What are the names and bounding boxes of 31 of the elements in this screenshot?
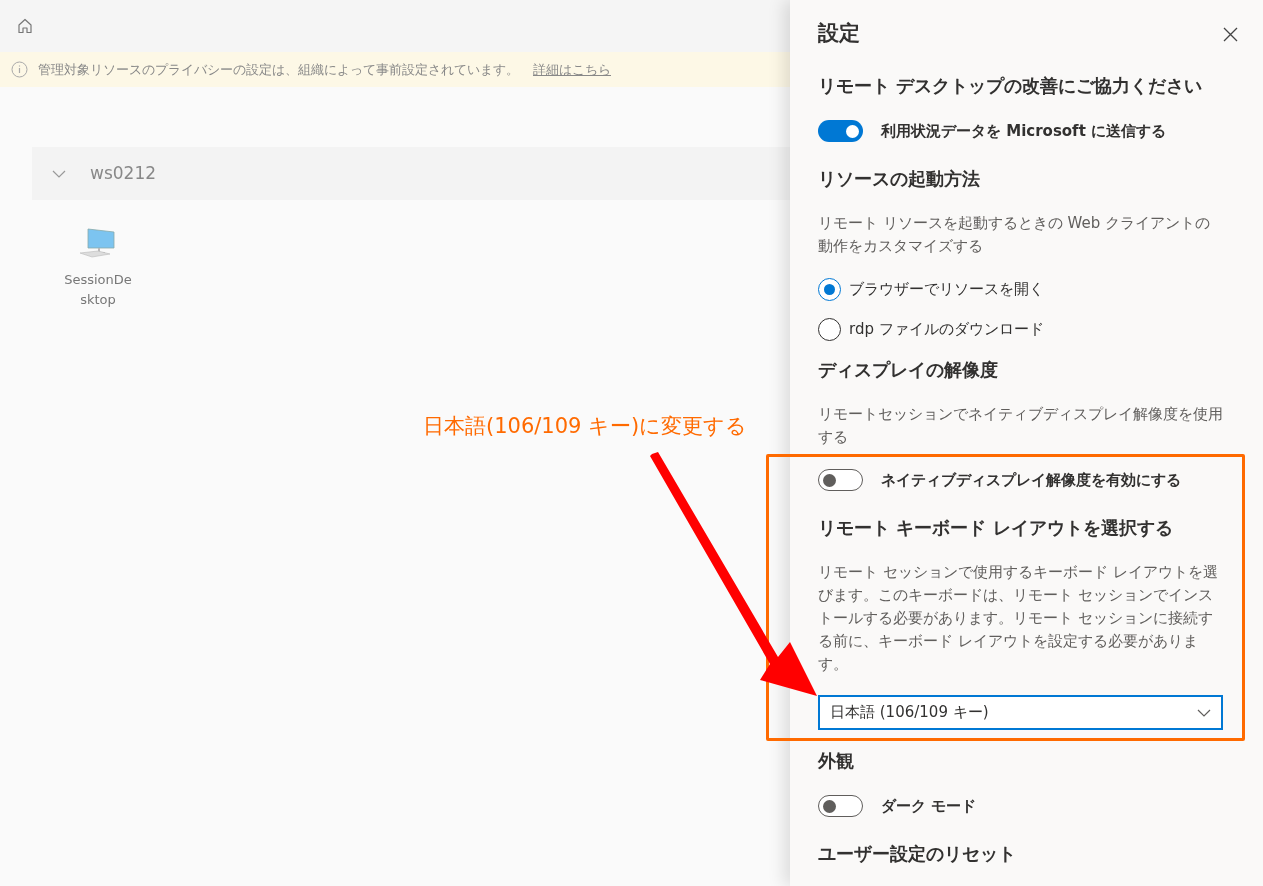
toggle-label: ネイティブディスプレイ解像度を有効にする bbox=[881, 469, 1181, 491]
section-heading: リソースの起動方法 bbox=[818, 167, 981, 191]
resource-label: SessionDesktop bbox=[63, 271, 133, 309]
section-heading: リモート デスクトップの改善にご協力ください bbox=[818, 74, 1204, 98]
section-description: リモートセッションでネイティブディスプレイ解像度を使用する bbox=[818, 404, 1223, 448]
section-description: リモート リソースを起動するときの Web クライアントの動作をカスタマイズする bbox=[818, 213, 1211, 257]
chevron-down-icon bbox=[1197, 708, 1211, 717]
info-icon bbox=[11, 61, 28, 78]
toggle-switch[interactable] bbox=[818, 795, 863, 817]
panel-title: 設定 bbox=[818, 20, 860, 48]
section-description: リモート セッションで使用するキーボード レイアウトを選びます。このキーボードは、リモート セッションでインストールする必要があります。リモート セッションに接続する前に、キーボード レイアウトを設定する必要があります。 bbox=[818, 562, 1219, 675]
banner-message: 管理対象リソースのプライバシーの設定は、組織によって事前設定されています。 bbox=[38, 60, 519, 79]
section-heading: ディスプレイの解像度 bbox=[818, 358, 999, 382]
chevron-icon bbox=[52, 169, 66, 178]
home-icon[interactable] bbox=[17, 18, 33, 34]
toggle-label: ダーク モード bbox=[881, 795, 977, 817]
toggle-switch[interactable] bbox=[818, 469, 863, 491]
section-heading: リモート キーボード レイアウトを選択する bbox=[818, 516, 1174, 540]
close-icon[interactable] bbox=[1223, 26, 1238, 42]
group-header[interactable]: ws0212 bbox=[32, 147, 790, 200]
radio-button[interactable] bbox=[818, 317, 841, 341]
radio-label: ブラウザーでリソースを開く bbox=[849, 278, 1044, 300]
toggle-label: 利用状況データを Microsoft に送信する bbox=[881, 120, 1167, 142]
section-heading: 外観 bbox=[818, 749, 855, 773]
radio-label: rdp ファイルのダウンロード bbox=[849, 318, 1044, 340]
section-heading: ユーザー設定のリセット bbox=[818, 842, 1017, 866]
radio-button[interactable] bbox=[818, 277, 841, 301]
toggle-switch[interactable] bbox=[818, 120, 863, 142]
keyboard-layout-dropdown[interactable]: 日本語 (106/109 キー) bbox=[818, 695, 1223, 730]
annotation-label: 日本語(106/109 キー)に変更する bbox=[423, 413, 748, 440]
details-link[interactable]: 詳細はこちら bbox=[533, 59, 611, 80]
